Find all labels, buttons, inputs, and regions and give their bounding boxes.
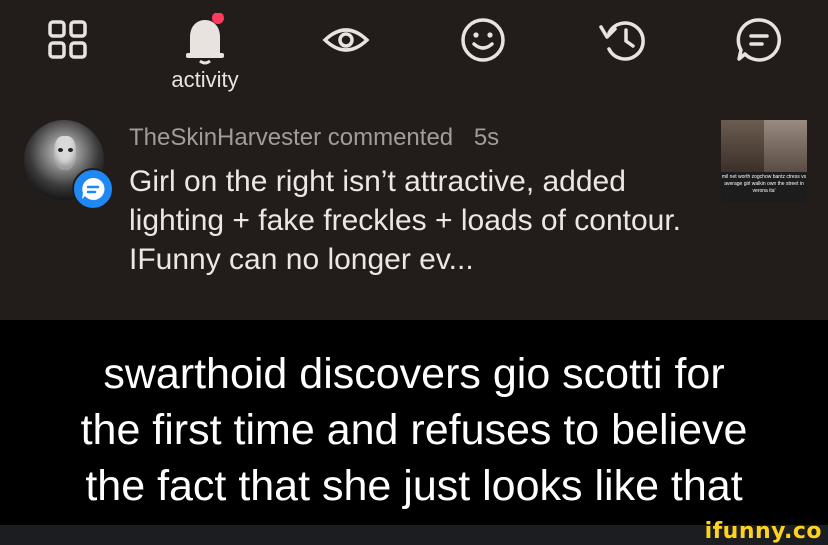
caption-line-1: swarthoid discovers gio scotti for [103, 350, 725, 398]
avatar-eye [68, 148, 73, 152]
activity-header: TheSkinHarvester commented 5s [129, 124, 499, 152]
username[interactable]: TheSkinHarvester [129, 124, 321, 151]
action-text: commented [327, 124, 454, 151]
tab-emoji[interactable] [448, 10, 518, 70]
tab-bar: activity [0, 0, 828, 100]
tab-history[interactable] [586, 10, 656, 70]
bell-icon [186, 13, 224, 65]
history-icon [599, 21, 645, 61]
timestamp: 5s [473, 124, 500, 151]
tab-featured[interactable] [33, 10, 103, 70]
post-thumbnail[interactable]: mil net worth zogchow bantz ctress vs av… [721, 120, 807, 202]
comment-bubble-icon [82, 177, 105, 200]
grid-icon [48, 20, 87, 59]
avatar-face [54, 136, 76, 170]
meme-caption: swarthoid discovers gio scotti for the f… [0, 320, 828, 525]
thumbnail-photo-right [764, 120, 807, 172]
comment-text[interactable]: Girl on the right isn’t attractive, adde… [129, 162, 709, 279]
footer-bar: ifunny.co [0, 519, 828, 545]
tab-activity-label: activity [171, 67, 239, 92]
thumbnail-photo-left [721, 120, 764, 172]
tab-chats[interactable] [724, 10, 794, 70]
smiley-icon [461, 18, 505, 62]
caption-line-2: the first time and refuses to believe [80, 406, 748, 454]
meme-caption-text: swarthoid discovers gio scotti for the f… [0, 346, 828, 514]
avatar-eye [58, 148, 63, 152]
notification-dot [212, 13, 224, 24]
watermark: ifunny.co [704, 519, 822, 544]
activity-screen: activity TheSkinHarvester commented 5s G… [0, 0, 828, 320]
thumbnail-caption: mil net worth zogchow bantz ctress vs av… [721, 172, 807, 202]
eye-icon [322, 28, 370, 52]
tab-activity[interactable] [170, 10, 240, 70]
chat-icon [736, 18, 782, 62]
comment-badge [72, 168, 114, 210]
caption-line-3: the fact that she just looks like that [85, 462, 743, 510]
tab-watch[interactable] [311, 10, 381, 70]
